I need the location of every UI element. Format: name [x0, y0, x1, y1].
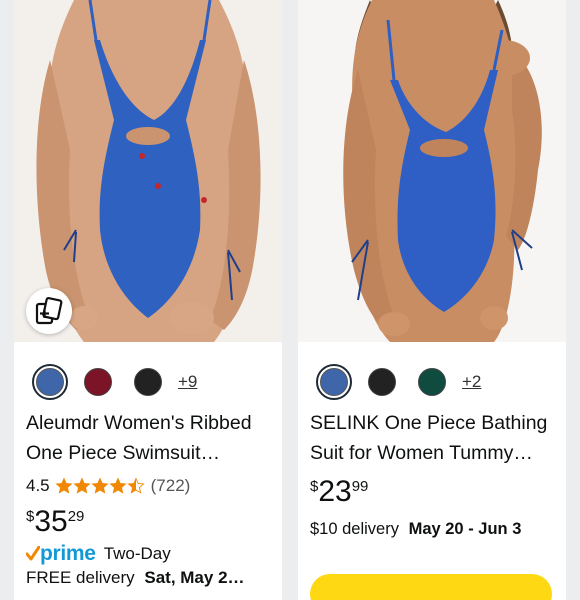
- star-full-icon: [109, 477, 127, 494]
- product-photo: [298, 0, 566, 342]
- add-to-compare-icon: [35, 297, 63, 325]
- product-card[interactable]: +2 SELINK One Piece Bathing Suit for Wom…: [298, 0, 566, 600]
- prime-label: prime: [40, 542, 96, 565]
- star-half-icon: [127, 477, 145, 494]
- delivery-info: $10 delivery May 20 - Jun 3: [310, 520, 521, 539]
- product-card[interactable]: +9 Aleumdr Women's Ribbed One Piece Swim…: [14, 0, 282, 600]
- delivery-label: FREE delivery: [26, 568, 135, 587]
- color-swatches: +9: [32, 364, 197, 400]
- star-full-icon: [91, 477, 109, 494]
- delivery-info: FREE delivery Sat, May 2…: [26, 568, 245, 588]
- product-image[interactable]: [14, 0, 282, 342]
- delivery-fee: $10 delivery: [310, 520, 399, 538]
- price: $ 23 99: [310, 472, 368, 516]
- color-swatch[interactable]: [418, 368, 446, 396]
- more-colors-link[interactable]: +9: [178, 372, 197, 392]
- delivery-date: Sat, May 2…: [144, 568, 245, 587]
- color-swatch[interactable]: [84, 368, 112, 396]
- price-symbol: $: [26, 508, 35, 525]
- star-full-icon: [55, 477, 73, 494]
- more-colors-link[interactable]: +2: [462, 372, 481, 392]
- rating[interactable]: 4.5 (722): [26, 472, 190, 500]
- product-image[interactable]: [298, 0, 566, 342]
- delivery-dates: May 20 - Jun 3: [408, 520, 522, 538]
- add-to-compare-button[interactable]: [26, 288, 72, 334]
- price-whole: 23: [318, 475, 352, 508]
- rating-count[interactable]: (722): [151, 476, 191, 496]
- color-swatches: +2: [316, 364, 481, 400]
- price-fraction: 99: [351, 478, 369, 495]
- prime-check-icon: [26, 546, 40, 561]
- rating-value: 4.5: [26, 476, 50, 495]
- prime-speed: Two-Day: [103, 544, 171, 563]
- color-swatch-selected[interactable]: [32, 364, 68, 400]
- star-rating: [55, 477, 145, 495]
- color-swatch[interactable]: [134, 368, 162, 396]
- color-swatch-selected[interactable]: [316, 364, 352, 400]
- product-title-line: Suit for Women Tummy…: [310, 442, 533, 464]
- prime-badge: prime Two-Day: [26, 540, 171, 568]
- price-symbol: $: [310, 478, 319, 495]
- product-title[interactable]: SELINK One Piece Bathing Suit for Women …: [310, 408, 560, 468]
- price-fraction: 29: [67, 508, 85, 525]
- price-whole: 35: [34, 505, 68, 538]
- prime-logo: prime: [26, 542, 96, 566]
- color-swatch[interactable]: [368, 368, 396, 396]
- product-title[interactable]: Aleumdr Women's Ribbed One Piece Swimsui…: [26, 408, 276, 468]
- star-full-icon: [73, 477, 91, 494]
- add-to-cart-button[interactable]: [310, 574, 552, 600]
- product-title-line: One Piece Swimsuit…: [26, 442, 220, 464]
- product-title-line: SELINK One Piece Bathing: [310, 412, 548, 434]
- product-title-line: Aleumdr Women's Ribbed: [26, 412, 252, 434]
